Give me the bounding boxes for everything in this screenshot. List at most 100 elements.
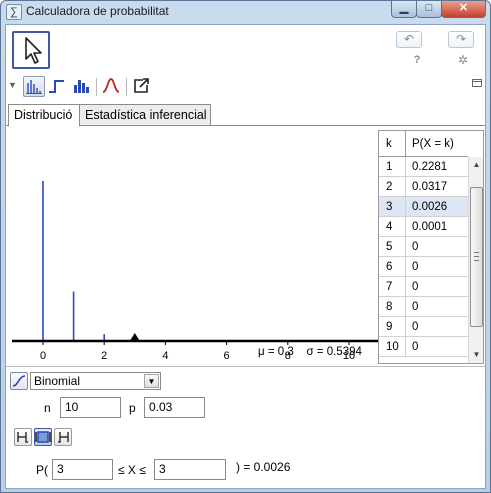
table-row[interactable]: 1 0.2281: [379, 157, 468, 177]
table-row[interactable]: 2 0.0317: [379, 177, 468, 197]
table-cell-p: 0.0026: [412, 201, 448, 213]
close-button[interactable]: ✕: [441, 1, 486, 18]
tab-distribucio[interactable]: Distribució: [8, 104, 80, 127]
export-button[interactable]: [131, 76, 153, 97]
table-row[interactable]: 3 0.0026: [379, 197, 468, 217]
summary-stats: μ = 0.3 σ = 0.5394: [258, 346, 362, 358]
app-window: ∑ Calculadora de probabilitat ▁ □ ✕ ↶ ↷ …: [0, 0, 491, 493]
tab-estadistica-inferencial[interactable]: Estadística inferencial: [79, 104, 211, 126]
step-graph-icon: [49, 80, 64, 93]
tab-bar: Distribució Estadística inferencial: [6, 104, 485, 127]
selection-marker: [129, 333, 140, 341]
chevron-down-icon: ▼: [144, 374, 159, 388]
table-row[interactable]: 70: [379, 277, 468, 297]
left-interval-icon: [17, 432, 28, 443]
table-cell-p: 0: [412, 341, 419, 353]
x-tick-label: 6: [224, 350, 230, 362]
export-icon: [134, 78, 149, 93]
stylebar-toggle-icon[interactable]: ▼: [8, 80, 18, 90]
table-cell-k: 10: [379, 337, 406, 357]
title-bar: ∑ Calculadora de probabilitat ▁ □ ✕: [1, 1, 490, 23]
distribution-panel: 0 2 4 6 8 10 μ = 0.3 σ = 0.5394 k P(X = k) 10…: [6, 126, 485, 366]
table-cell-p: 0: [412, 321, 419, 333]
scroll-down-icon[interactable]: ▼: [471, 349, 482, 361]
table-row[interactable]: 4 0.0001: [379, 217, 468, 237]
right-interval-icon: [58, 432, 69, 443]
table-cell-k: 5: [379, 237, 406, 257]
p-label: p: [129, 401, 136, 415]
scrollbar-thumb[interactable]: [470, 187, 483, 327]
app-icon: ∑: [6, 4, 22, 20]
help-icon[interactable]: ?: [411, 54, 423, 66]
cumulative-toggle-button[interactable]: [10, 372, 28, 390]
p-input[interactable]: 0.03: [144, 397, 205, 418]
redo-button[interactable]: ↷: [448, 31, 474, 48]
distribution-select[interactable]: Binomial ▼: [30, 372, 161, 390]
histogram-bar-button[interactable]: [23, 76, 45, 97]
table-cell-k: 6: [379, 257, 406, 277]
grip-icon: [474, 252, 479, 261]
stylebar-separator: [96, 78, 97, 96]
mean-label: μ = 0.3: [258, 346, 294, 358]
normal-curve-icon: [102, 78, 120, 93]
table-cell-k: 2: [379, 177, 406, 197]
probability-table: k P(X = k) 1 0.2281 2 0.0317 3 0.0026 4 0.0001 5…: [378, 130, 484, 364]
n-input[interactable]: 10: [60, 397, 121, 418]
table-row[interactable]: 50: [379, 237, 468, 257]
probability-chart: 0 2 4 6 8 10: [12, 181, 378, 362]
toolbar: ↶ ↷ ? ✲: [6, 25, 485, 73]
table-scrollbar[interactable]: ▲ ▼: [468, 157, 483, 363]
cursor-arrow-icon: [25, 37, 42, 64]
table-cell-p: 0: [412, 281, 419, 293]
interval-button[interactable]: [34, 428, 52, 446]
stylebar-separator: [126, 78, 127, 96]
probability-result: ) = 0.0026: [236, 460, 291, 474]
table-cell-p: 0.0001: [412, 221, 448, 233]
table-cell-p: 0.2281: [412, 161, 448, 173]
sigma-label: σ = 0.5394: [306, 346, 362, 358]
move-tool-button[interactable]: [12, 31, 50, 69]
table-cell-p: 0.0317: [412, 181, 448, 193]
style-bar: ▼: [6, 75, 485, 99]
upper-bound-input[interactable]: 3: [154, 459, 226, 480]
x-tick-label: 0: [40, 350, 46, 362]
right-sided-button[interactable]: [54, 428, 72, 446]
histogram-icon: [74, 80, 89, 93]
scroll-up-icon[interactable]: ▲: [471, 159, 482, 171]
table-cell-k: 7: [379, 277, 406, 297]
probability-prefix: P(: [36, 463, 48, 477]
table-cell-k: 3: [379, 197, 406, 217]
table-cell-k: 9: [379, 317, 406, 337]
table-row[interactable]: 10 0: [379, 337, 468, 357]
table-cell-k: 1: [379, 157, 406, 177]
normal-overlay-button[interactable]: [101, 76, 123, 97]
table-cell-p: 0: [412, 241, 419, 253]
parameters-panel: Binomial ▼ n 10 p 0.03 P(3 ≤ X ≤ 3) = …: [6, 366, 485, 488]
table-cell-k: 4: [379, 217, 406, 237]
table-row[interactable]: 80: [379, 297, 468, 317]
table-cell-k: 8: [379, 297, 406, 317]
left-sided-button[interactable]: [14, 428, 32, 446]
distribution-select-value: Binomial: [34, 374, 81, 388]
table-header-p: P(X = k): [406, 131, 468, 157]
maximize-button[interactable]: □: [416, 1, 442, 18]
table-row[interactable]: 60: [379, 257, 468, 277]
table-header-k: k: [379, 131, 406, 157]
table-row[interactable]: 90: [379, 317, 468, 337]
cumulative-curve-icon: [12, 375, 26, 387]
histogram-button[interactable]: [71, 76, 93, 97]
lower-bound-input[interactable]: 3: [52, 459, 113, 480]
client-area: ↶ ↷ ? ✲ ▼ Distribució Estadística infere…: [5, 24, 486, 489]
table-cell-p: 0: [412, 301, 419, 313]
x-tick-label: 2: [101, 350, 107, 362]
undo-button[interactable]: ↶: [396, 31, 422, 48]
dock-icon[interactable]: [472, 79, 482, 87]
gear-icon[interactable]: ✲: [456, 53, 470, 67]
inequality-label: ≤ X ≤: [118, 463, 146, 477]
minimize-button[interactable]: ▁: [391, 1, 417, 18]
bar-graph-icon: [26, 80, 42, 94]
step-graph-button[interactable]: [47, 76, 69, 97]
window-title: Calculadora de probabilitat: [26, 4, 169, 18]
interval-icon: [35, 431, 51, 443]
x-tick-label: 4: [162, 350, 168, 362]
